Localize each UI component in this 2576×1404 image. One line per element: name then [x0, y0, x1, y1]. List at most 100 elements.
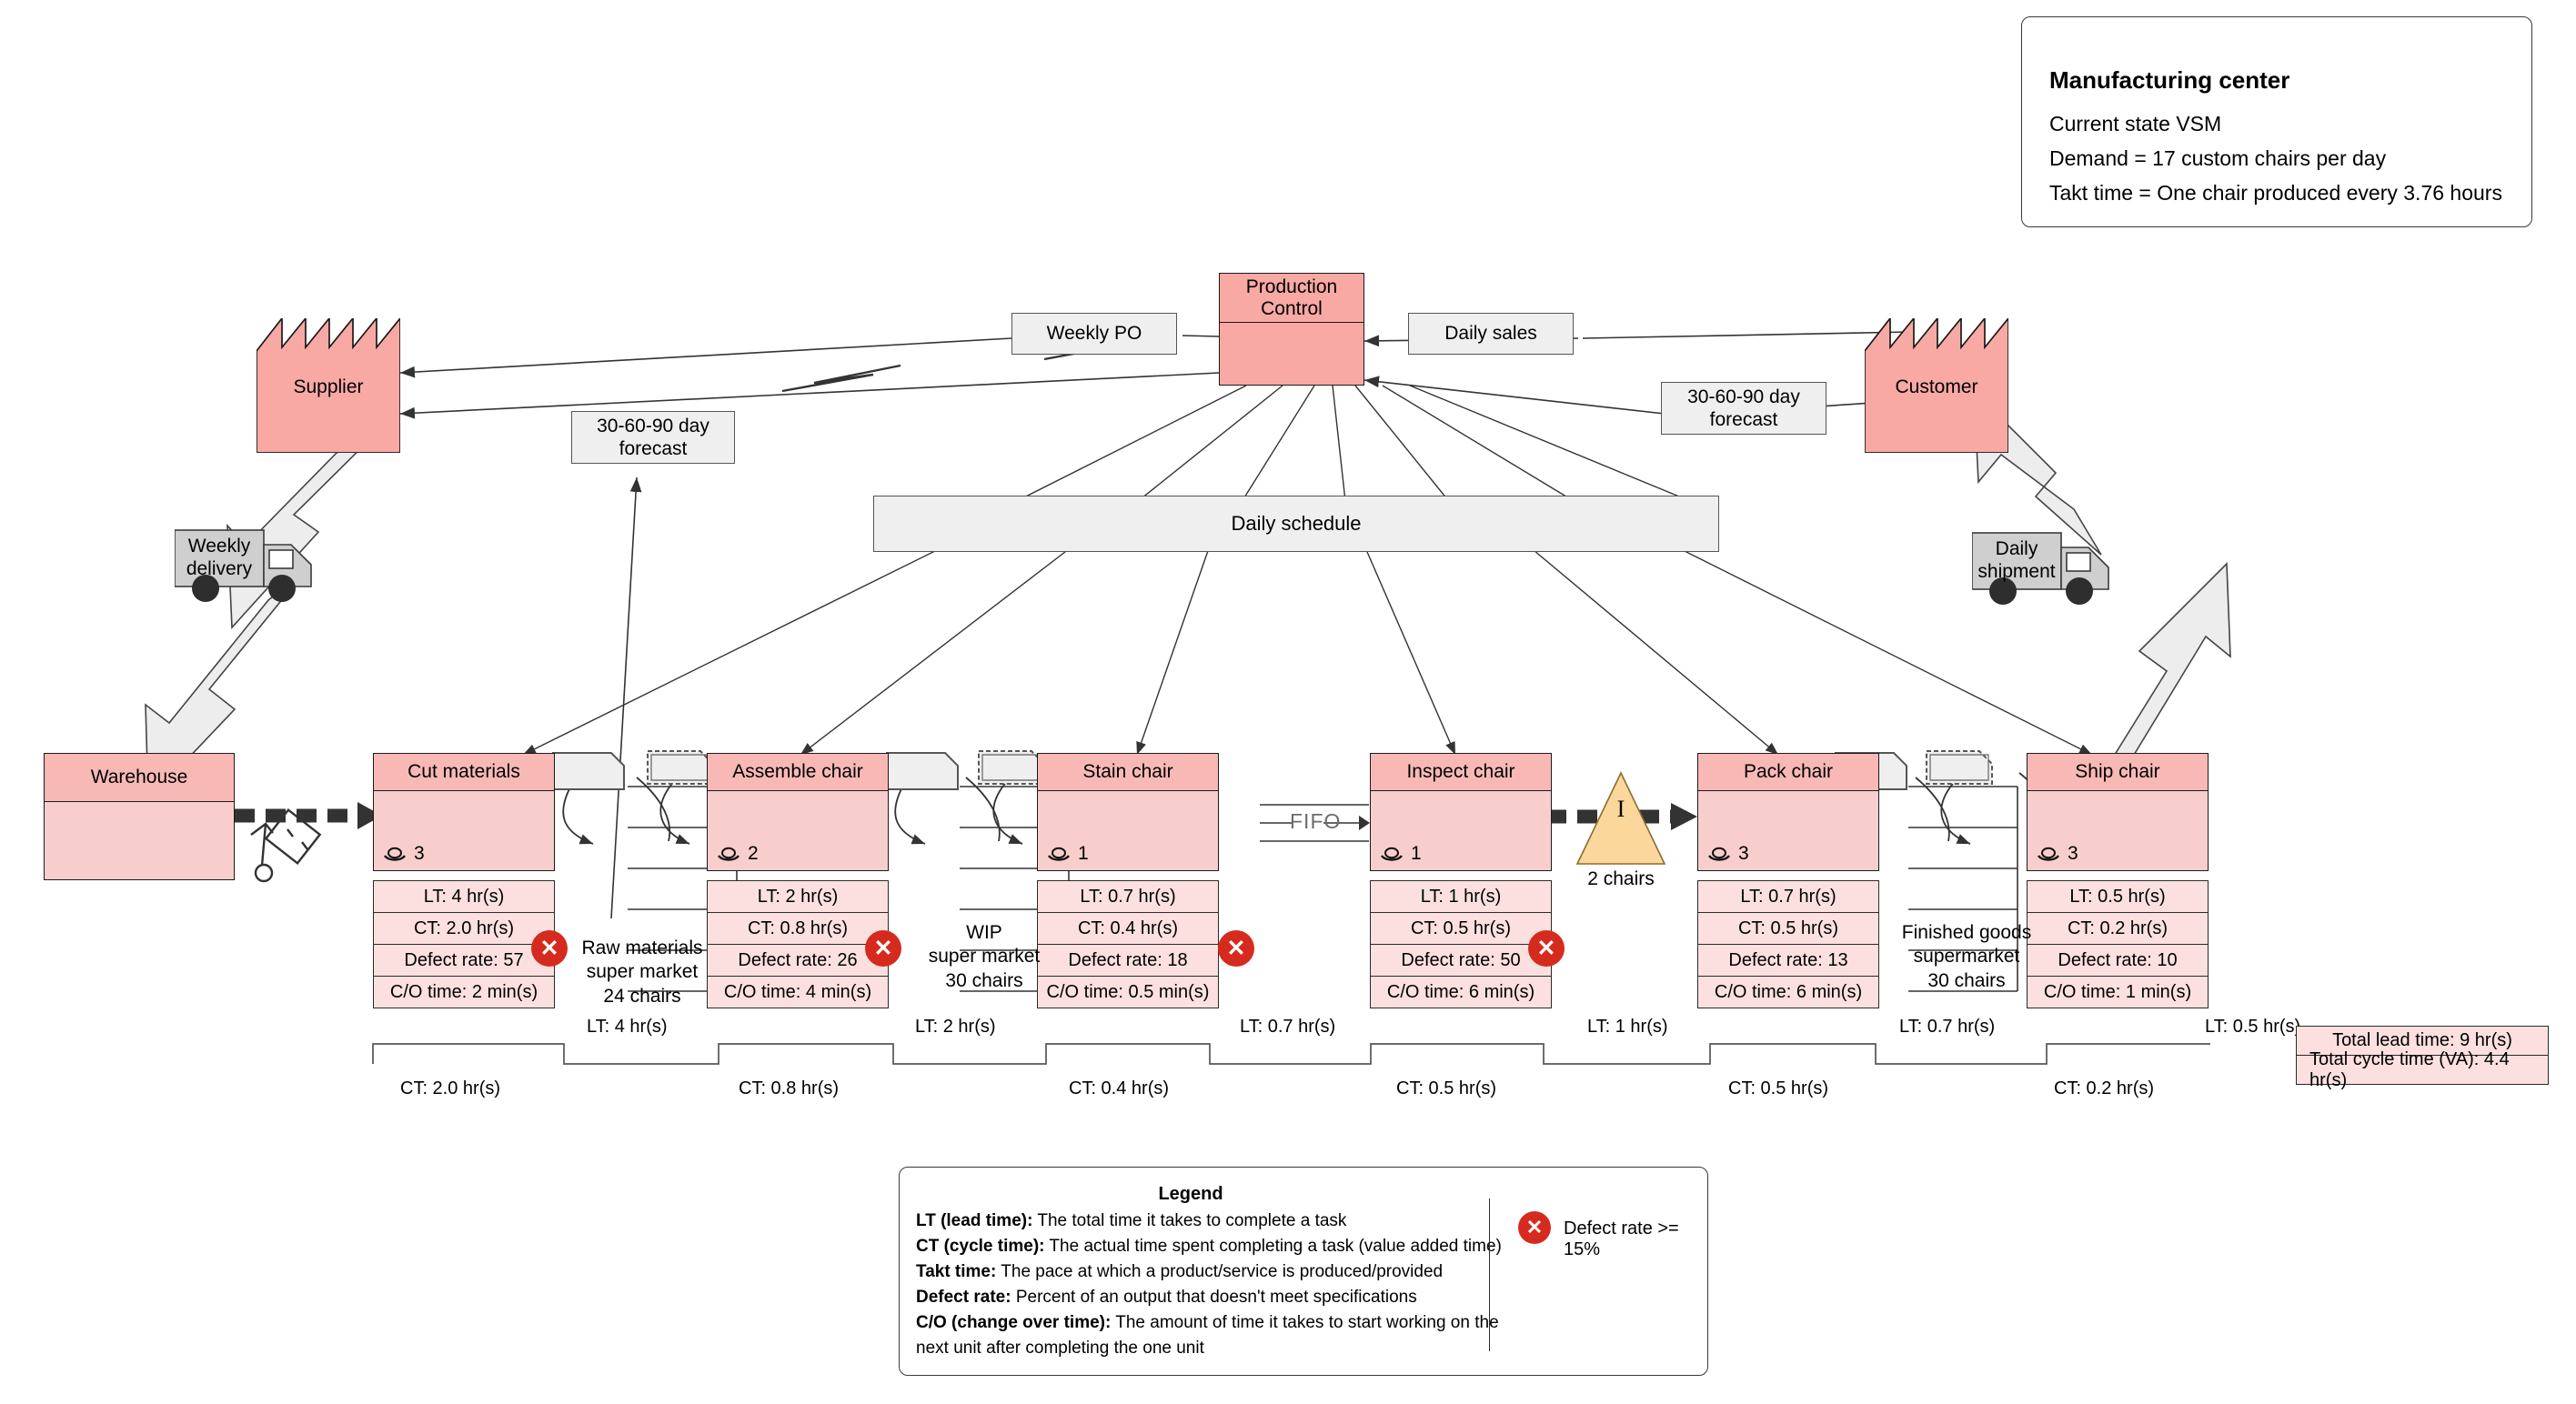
ct-cell: CT: 0.2 hr(s): [2028, 913, 2208, 945]
defect-cell: Defect rate: 50: [1371, 945, 1551, 977]
operator-count-value: 1: [1411, 843, 1422, 864]
operator-count: 3: [383, 843, 425, 865]
lt-cell: LT: 0.7 hr(s): [1038, 881, 1218, 913]
process-box-ship-chair[interactable]: Ship chair 3: [2027, 753, 2209, 871]
kanban-card-withdrawal-1: [647, 750, 714, 785]
lt-cell: LT: 0.5 hr(s): [2028, 881, 2208, 913]
process-box-assemble-chair[interactable]: Assemble chair 2: [707, 753, 889, 871]
process-body: 3: [373, 791, 555, 871]
legend-term: CT (cycle time):: [916, 1237, 1045, 1256]
defect-cell: Defect rate: 10: [2028, 945, 2208, 977]
operator-icon: [384, 847, 406, 861]
legend-desc: The actual time spent completing a task …: [1044, 1237, 1502, 1256]
weekly-delivery-truck[interactable]: Weekly delivery: [174, 523, 344, 614]
customer-node[interactable]: Customer: [1864, 316, 2009, 454]
process-title: Ship chair: [2075, 761, 2160, 782]
supplier-label: Supplier: [293, 376, 364, 397]
process-box-pack-chair[interactable]: Pack chair 3: [1697, 753, 1879, 871]
inventory-symbol: I: [1616, 796, 1625, 822]
timeline-lt-4: LT: 0.7 hr(s): [1899, 1017, 1996, 1037]
process-body: 3: [1697, 791, 1879, 871]
warehouse-node[interactable]: Warehouse: [44, 753, 235, 880]
operator-count-value: 3: [1738, 843, 1749, 864]
timeline-lt-3: LT: 1 hr(s): [1587, 1017, 1668, 1037]
lt-cell: LT: 2 hr(s): [708, 881, 888, 913]
lt-cell: LT: 1 hr(s): [1371, 881, 1551, 913]
co-cell: C/O time: 4 min(s): [723, 981, 872, 1002]
inventory-label: 2 chairs: [1587, 868, 1655, 889]
legend-item-defect: Defect rate: Percent of an output that d…: [916, 1286, 1417, 1310]
process-data-ship-chair: LT: 0.5 hr(s) CT: 0.2 hr(s) Defect rate:…: [2027, 880, 2209, 1008]
kanban-card-withdrawal-3: [1926, 750, 1993, 785]
process-body: 2: [707, 791, 889, 871]
weekly-po-box[interactable]: Weekly PO: [1011, 313, 1177, 355]
defect-flag-icon[interactable]: ✕: [865, 930, 901, 967]
defect-cell: Defect rate: 57: [374, 945, 554, 977]
supermarket-label-raw: Raw materials super market 24 chairs: [560, 937, 724, 1008]
forecast-right-box[interactable]: 30-60-90 day forecast: [1661, 382, 1826, 435]
legend-item-ct: CT (cycle time): The actual time spent c…: [916, 1235, 1502, 1259]
daily-shipment-line1: Daily: [1995, 538, 2038, 559]
vsm-canvas: Manufacturing center Current state VSM D…: [0, 0, 2576, 1404]
production-control-box[interactable]: Production Control: [1219, 273, 1364, 386]
process-box-inspect-chair[interactable]: Inspect chair 1: [1370, 753, 1552, 871]
kanban-card-production-1: [552, 752, 625, 790]
timeline-ct-0: CT: 2.0 hr(s): [400, 1078, 501, 1098]
production-control-label-line2: Control: [1261, 297, 1323, 319]
process-box-stain-chair[interactable]: Stain chair 1: [1037, 753, 1219, 871]
supermarket-label-finished: Finished goods supermarket 30 chairs: [1885, 921, 2048, 993]
production-control-label-line1: Production: [1245, 276, 1338, 297]
process-title: Pack chair: [1743, 761, 1834, 782]
forecast-left-box[interactable]: 30-60-90 day forecast: [571, 411, 735, 464]
process-box-cut-materials[interactable]: Cut materials 3: [373, 753, 555, 871]
co-cell: C/O time: 6 min(s): [1714, 981, 1863, 1002]
operator-icon: [1708, 847, 1730, 861]
defect-cell: Defect rate: 13: [1698, 945, 1878, 977]
process-data-inspect-chair: LT: 1 hr(s) CT: 0.5 hr(s) Defect rate: 5…: [1370, 880, 1552, 1008]
forecast-right-line1: 30-60-90 day: [1687, 386, 1800, 407]
ct-cell: CT: 2.0 hr(s): [374, 913, 554, 945]
operator-count: 2: [717, 843, 759, 865]
daily-shipment-truck[interactable]: Daily shipment: [1971, 526, 2141, 617]
defect-cell: Defect rate: 26: [708, 945, 888, 977]
co-cell: C/O time: 2 min(s): [389, 981, 538, 1002]
lt-cell: LT: 0.7 hr(s): [1698, 881, 1878, 913]
legend-flag-note: Defect rate >= 15%: [1564, 1218, 1679, 1259]
legend-item-co-cont: next unit after completing the one unit: [916, 1339, 1204, 1358]
legend-desc: The amount of time it takes to start wor…: [1111, 1313, 1499, 1332]
operator-count-value: 3: [2068, 843, 2078, 864]
process-data-cut-materials: LT: 4 hr(s) CT: 2.0 hr(s) Defect rate: 5…: [373, 880, 555, 1008]
daily-sales-label: Daily sales: [1444, 323, 1537, 345]
process-header: Cut materials: [373, 753, 555, 791]
timeline-ct-5: CT: 0.2 hr(s): [2054, 1078, 2155, 1098]
daily-schedule-box[interactable]: Daily schedule: [873, 496, 1719, 552]
forecast-left-line1: 30-60-90 day: [597, 415, 709, 436]
operator-icon: [718, 847, 740, 861]
process-header: Pack chair: [1697, 753, 1879, 791]
kanban-card-withdrawal-2: [978, 750, 1045, 785]
supermarket-line1: WIP: [966, 922, 1002, 943]
co-cell: C/O time: 1 min(s): [2043, 981, 2192, 1002]
defect-flag-icon[interactable]: ✕: [1528, 930, 1565, 967]
warehouse-label: Warehouse: [90, 767, 188, 787]
ct-cell: CT: 0.4 hr(s): [1038, 913, 1218, 945]
defect-flag-icon[interactable]: ✕: [1218, 930, 1254, 967]
legend-card: Legend LT (lead time): The total time it…: [899, 1167, 1708, 1376]
operator-icon: [2038, 847, 2059, 861]
customer-label: Customer: [1895, 376, 1978, 397]
supermarket-line2: super market: [586, 961, 699, 983]
legend-divider: [1489, 1198, 1490, 1351]
legend-item-co: C/O (change over time): The amount of ti…: [916, 1311, 1499, 1336]
operator-icon: [1381, 847, 1403, 861]
supermarket-line3: 24 chairs: [603, 985, 681, 1007]
process-header: Ship chair: [2027, 753, 2209, 791]
operator-count-value: 3: [414, 843, 425, 864]
operator-count-value: 2: [748, 843, 759, 864]
timeline-lt-0: LT: 4 hr(s): [587, 1017, 668, 1037]
timeline-lt-1: LT: 2 hr(s): [915, 1017, 996, 1037]
forecast-right-line2: forecast: [1709, 409, 1778, 430]
ct-cell: CT: 0.5 hr(s): [1698, 913, 1878, 945]
title-card-line-2: Demand = 17 custom chairs per day: [2049, 146, 2387, 170]
supplier-node[interactable]: Supplier: [256, 316, 401, 454]
daily-sales-box[interactable]: Daily sales: [1408, 313, 1574, 355]
